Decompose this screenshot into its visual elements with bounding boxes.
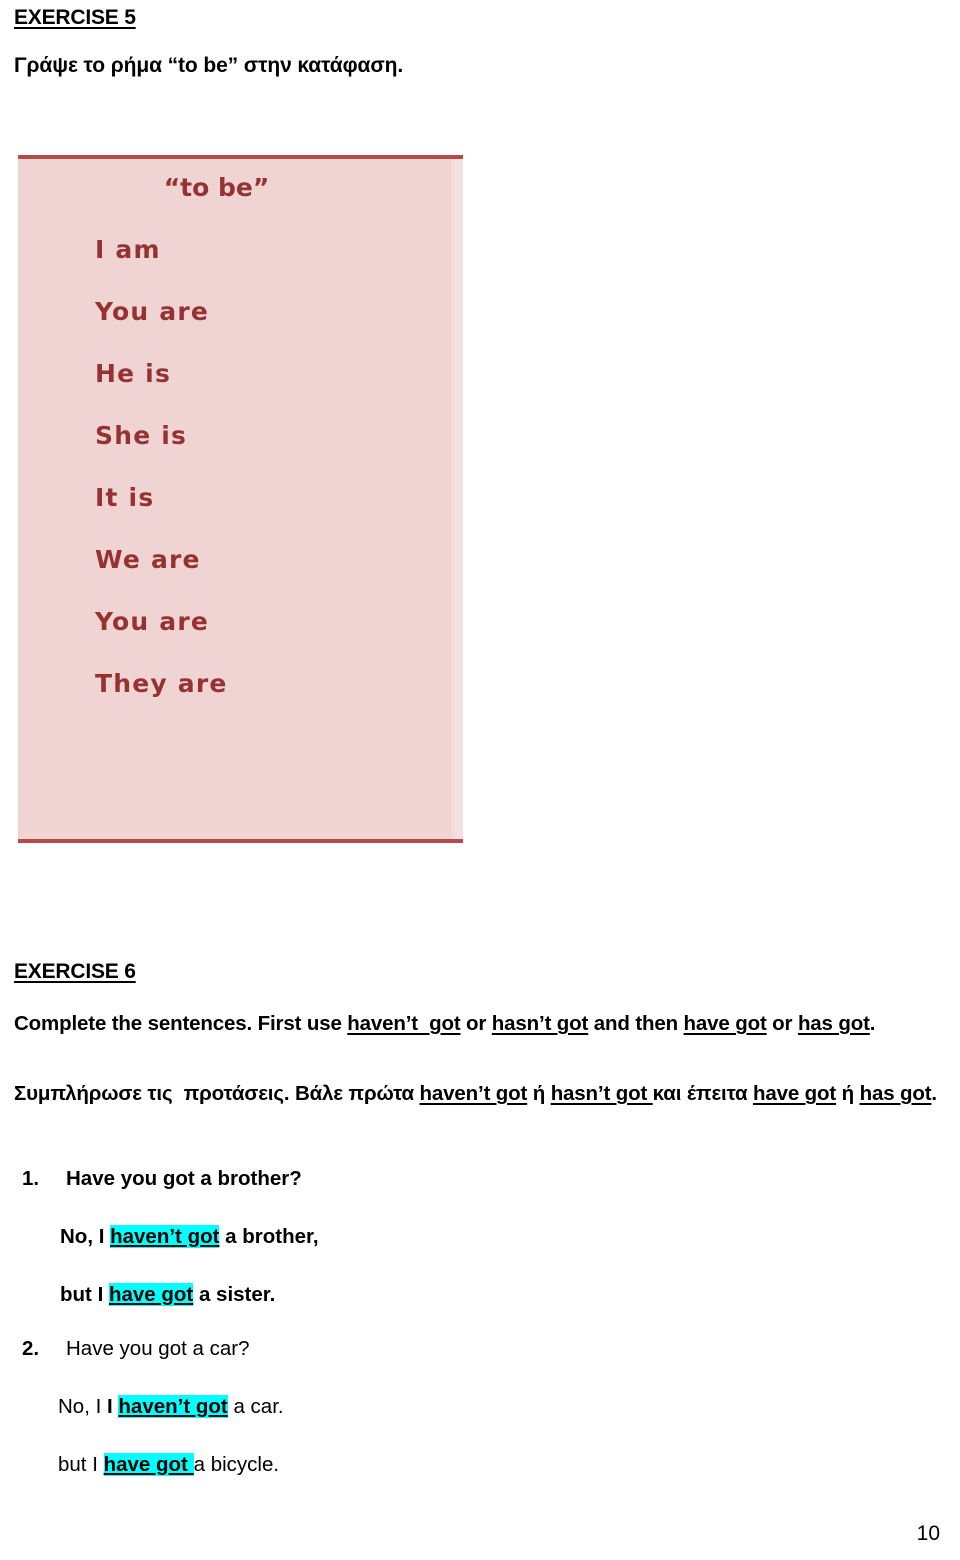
answer-text: but I [60, 1283, 109, 1306]
exercise-6-instruction-greek: Συμπλήρωσε τις προτάσεις. Βάλε πρώτα hav… [14, 1072, 944, 1115]
table-row: She is [95, 421, 188, 450]
exercise-6-heading: EXERCISE 6 [14, 960, 136, 983]
list-item-answer: No, I haven’t got a brother, [60, 1225, 319, 1249]
list-item-answer: but I have got a bicycle. [58, 1453, 279, 1477]
table-column-divider [452, 159, 453, 839]
instruction-text: και έπειτα [652, 1082, 754, 1105]
exercise-6-instruction-english: Complete the sentences. First use haven’… [14, 1012, 954, 1036]
table-row: I am [95, 235, 161, 264]
instruction-text: . [869, 1012, 876, 1035]
list-item-answer: but I have got a sister. [60, 1283, 275, 1307]
underlined-term: has got [859, 1082, 932, 1105]
to-be-conjugation-table: “to be” I am You are He is She is It is … [18, 155, 463, 843]
instruction-text: ή [527, 1082, 551, 1105]
underlined-term: hasn’t got [491, 1012, 589, 1035]
instruction-text: ή [836, 1082, 860, 1105]
highlighted-answer: have got [103, 1453, 194, 1476]
table-row: They are [95, 669, 228, 698]
instruction-text: or [460, 1012, 492, 1035]
table-row: It is [95, 483, 155, 512]
answer-text: a sister. [193, 1283, 276, 1306]
underlined-term: has got [797, 1012, 870, 1035]
answer-text: a brother, [219, 1225, 319, 1248]
answer-text: a bicycle. [193, 1453, 280, 1476]
list-item-number: 1. [22, 1167, 40, 1190]
exercise-5-heading: EXERCISE 5 [14, 6, 136, 29]
instruction-text: and then [588, 1012, 684, 1035]
table-right-column-strip [454, 159, 463, 839]
instruction-text: or [766, 1012, 798, 1035]
highlighted-answer: have got [108, 1283, 194, 1306]
list-item-question: Have you got a brother? [66, 1167, 302, 1190]
to-be-table-title: “to be” [163, 173, 270, 202]
answer-text: No, I [60, 1225, 111, 1248]
underlined-term: haven’t got [347, 1012, 461, 1035]
underlined-term: hasn’t got [550, 1082, 653, 1105]
instruction-text: Συμπλήρωσε τις προτάσεις. Βάλε πρώτα [14, 1082, 420, 1105]
answer-text: No, I [58, 1395, 107, 1418]
exercise-5-prompt: Γράψε το ρήμα “to be” στην κατάφαση. [14, 54, 404, 77]
list-item-answer: No, I I haven’t got a car. [58, 1395, 284, 1419]
instruction-text: . [931, 1082, 937, 1105]
highlighted-answer: haven’t got [110, 1225, 220, 1248]
table-row: You are [95, 607, 210, 636]
underlined-term: haven’t got [419, 1082, 528, 1105]
table-row: You are [95, 297, 210, 326]
underlined-term: have got [753, 1082, 837, 1105]
answer-text: but I [58, 1453, 104, 1476]
table-row: He is [95, 359, 172, 388]
table-row: We are [95, 545, 201, 574]
list-item-question: Have you got a car? [66, 1337, 250, 1360]
instruction-text: Complete the sentences. First use [14, 1012, 348, 1035]
page-number: 10 [916, 1522, 940, 1545]
highlighted-answer: haven’t got [118, 1395, 228, 1418]
list-item-number: 2. [22, 1337, 40, 1360]
underlined-term: have got [683, 1012, 767, 1035]
answer-text: a car. [227, 1395, 284, 1418]
answer-text-bold: I [107, 1395, 119, 1418]
